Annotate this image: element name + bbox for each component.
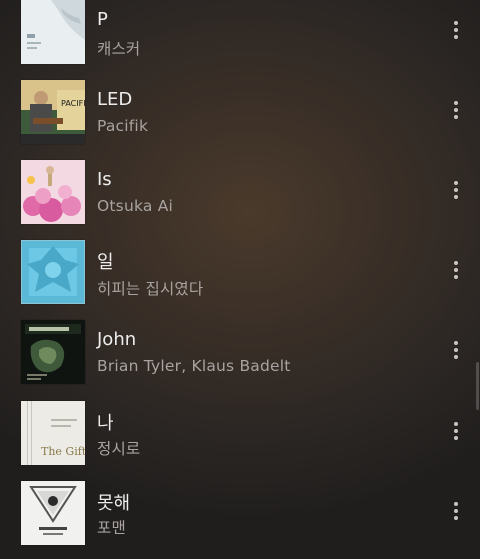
album-art [21, 481, 85, 545]
album-text: PACIFIK [61, 99, 85, 108]
more-vertical-icon[interactable] [444, 176, 468, 204]
song-title: 못해 [97, 493, 131, 514]
song-artist: 정시로 [97, 440, 141, 458]
song-title: Is [97, 169, 112, 190]
album-art: The Gift [21, 401, 85, 465]
song-row[interactable]: John Brian Tyler, Klaus Badelt [0, 320, 470, 400]
more-vertical-icon[interactable] [444, 256, 468, 284]
song-artist: Brian Tyler, Klaus Badelt [97, 357, 291, 375]
song-row[interactable]: 일 히피는 집시였다 [0, 240, 470, 320]
song-list: P 캐스커 PACIFIK LED Pacifik [0, 0, 480, 559]
song-title: 나 [97, 413, 114, 434]
song-artist: 히피는 집시였다 [97, 280, 204, 298]
song-title: John [97, 329, 137, 350]
song-row[interactable]: The Gift 나 정시로 [0, 401, 470, 481]
song-title: 일 [97, 252, 114, 273]
more-vertical-icon[interactable] [444, 417, 468, 445]
album-art [21, 240, 85, 304]
album-art [21, 320, 85, 384]
song-row[interactable]: 못해 포맨 [0, 481, 470, 559]
song-row[interactable]: PACIFIK LED Pacifik [0, 80, 470, 160]
more-vertical-icon[interactable] [444, 16, 468, 44]
song-title: P [97, 9, 108, 30]
more-vertical-icon[interactable] [444, 497, 468, 525]
song-title: LED [97, 89, 133, 110]
song-row[interactable]: P 캐스커 [0, 0, 470, 80]
album-text: The Gift [41, 445, 85, 458]
scrollbar[interactable] [476, 362, 479, 410]
album-art: PACIFIK [21, 80, 85, 144]
more-vertical-icon[interactable] [444, 336, 468, 364]
more-vertical-icon[interactable] [444, 96, 468, 124]
song-artist: Pacifik [97, 117, 149, 135]
song-artist: Otsuka Ai [97, 197, 174, 215]
album-art [21, 160, 85, 224]
song-artist: 포맨 [97, 519, 126, 537]
song-artist: 캐스커 [97, 40, 141, 58]
song-row[interactable]: Is Otsuka Ai [0, 160, 470, 240]
album-art [21, 0, 85, 64]
